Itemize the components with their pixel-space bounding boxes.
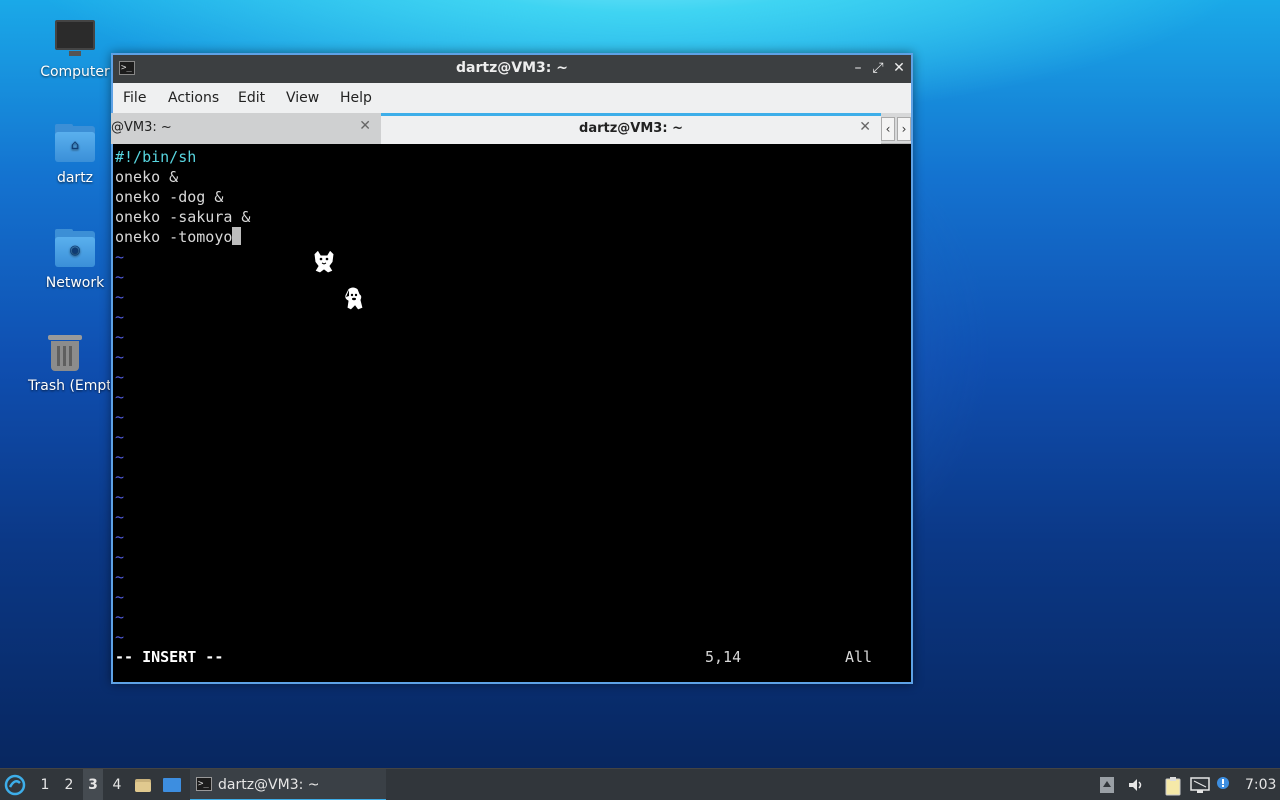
maximize-button[interactable]: ⤢: [869, 59, 887, 77]
empty-line-tilde: ~: [115, 368, 125, 386]
menu-actions[interactable]: Actions: [168, 90, 219, 106]
tab-session-1[interactable]: @VM3: ~ ✕: [111, 113, 381, 144]
home-folder-icon: ⌂: [53, 124, 97, 164]
close-button[interactable]: ✕: [890, 59, 908, 77]
file-manager-icon: [135, 779, 151, 792]
empty-line-tilde: ~: [115, 388, 125, 406]
desktop-icon-trash[interactable]: Trash (Empty): [20, 332, 110, 394]
text-cursor: [232, 227, 242, 245]
tab-label: dartz@VM3: ~: [579, 121, 683, 136]
workspace-4-button[interactable]: 4: [107, 769, 127, 800]
tab-close-button[interactable]: ✕: [359, 118, 371, 134]
task-label: dartz@VM3: ~: [218, 777, 320, 793]
menu-help[interactable]: Help: [340, 90, 372, 106]
empty-line-tilde: ~: [115, 288, 125, 306]
show-desktop-button[interactable]: [162, 769, 184, 800]
trash-icon: [43, 332, 87, 372]
empty-line-tilde: ~: [115, 448, 125, 466]
terminal-line-current: oneko -tomoyo: [115, 227, 242, 247]
empty-line-tilde: ~: [115, 308, 125, 326]
clipboard-icon[interactable]: [1163, 776, 1181, 796]
empty-line-tilde: ~: [115, 408, 125, 426]
empty-line-tilde: ~: [115, 608, 125, 626]
terminal-line: oneko -dog &: [115, 188, 224, 206]
volume-icon[interactable]: [1127, 776, 1145, 794]
network-folder-icon: ◉: [53, 229, 97, 269]
window-titlebar[interactable]: >_ dartz@VM3: ~ – ⤢ ✕: [113, 55, 911, 83]
terminal-window: >_ dartz@VM3: ~ – ⤢ ✕ File Actions Edit …: [111, 53, 913, 684]
desktop-icon-label: Trash (Empty): [28, 378, 110, 394]
empty-line-tilde: ~: [115, 268, 125, 286]
empty-line-tilde: ~: [115, 348, 125, 366]
taskbar-terminal-button[interactable]: >_ dartz@VM3: ~: [190, 769, 386, 800]
file-manager-launcher[interactable]: [134, 769, 154, 800]
menu-bar: File Actions Edit View Help: [113, 83, 911, 113]
empty-line-tilde: ~: [115, 468, 125, 486]
tab-scroll-right-button[interactable]: ›: [897, 117, 911, 141]
empty-line-tilde: ~: [115, 588, 125, 606]
workspace-3-button[interactable]: 3: [83, 769, 103, 800]
empty-line-tilde: ~: [115, 488, 125, 506]
tab-session-2[interactable]: dartz@VM3: ~ ✕: [381, 113, 881, 144]
terminal-line: oneko -sakura &: [115, 208, 251, 226]
desktop-icon: [163, 778, 181, 792]
empty-line-tilde: ~: [115, 628, 125, 646]
tab-close-button[interactable]: ✕: [859, 119, 871, 135]
tab-scroll-left-button[interactable]: ‹: [881, 117, 895, 141]
terminal-line: #!/bin/sh: [115, 148, 197, 166]
start-menu-button[interactable]: [4, 769, 28, 800]
scroll-position: All: [845, 648, 873, 666]
notification-icon[interactable]: [1216, 776, 1234, 794]
menu-edit[interactable]: Edit: [238, 90, 265, 106]
cursor-position: 5,14: [705, 648, 742, 666]
network-monitor-icon[interactable]: [1190, 776, 1210, 794]
clock[interactable]: 7:03: [1245, 769, 1277, 800]
minimize-button[interactable]: –: [849, 59, 867, 77]
workspace-1-button[interactable]: 1: [35, 769, 55, 800]
tray-up-arrow-icon[interactable]: [1099, 776, 1117, 794]
lxqt-logo-icon: [4, 774, 26, 796]
terminal-line-text: oneko -tomoyo: [115, 228, 233, 246]
empty-line-tilde: ~: [115, 568, 125, 586]
taskbar: 1 2 3 4 >_ dartz@VM3: ~ 7:03: [0, 768, 1280, 800]
empty-line-tilde: ~: [115, 248, 125, 266]
oneko-cat-sprite: [313, 249, 335, 274]
empty-line-tilde: ~: [115, 428, 125, 446]
menu-file[interactable]: File: [123, 90, 146, 106]
terminal-task-icon: >_: [196, 777, 212, 791]
empty-line-tilde: ~: [115, 548, 125, 566]
terminal-view[interactable]: #!/bin/sh oneko & oneko -dog & oneko -sa…: [113, 144, 911, 682]
empty-line-tilde: ~: [115, 508, 125, 526]
terminal-line: oneko &: [115, 168, 179, 186]
computer-icon: [53, 18, 97, 58]
oneko-dog-sprite: [344, 286, 364, 311]
empty-line-tilde: ~: [115, 528, 125, 546]
vim-mode-indicator: -- INSERT --: [115, 648, 224, 666]
window-title: dartz@VM3: ~: [456, 60, 568, 76]
workspace-2-button[interactable]: 2: [59, 769, 79, 800]
empty-line-tilde: ~: [115, 328, 125, 346]
menu-view[interactable]: View: [286, 90, 319, 106]
tab-label: @VM3: ~: [111, 120, 172, 135]
tab-bar: @VM3: ~ ✕ dartz@VM3: ~ ✕ ‹ ›: [111, 113, 911, 144]
